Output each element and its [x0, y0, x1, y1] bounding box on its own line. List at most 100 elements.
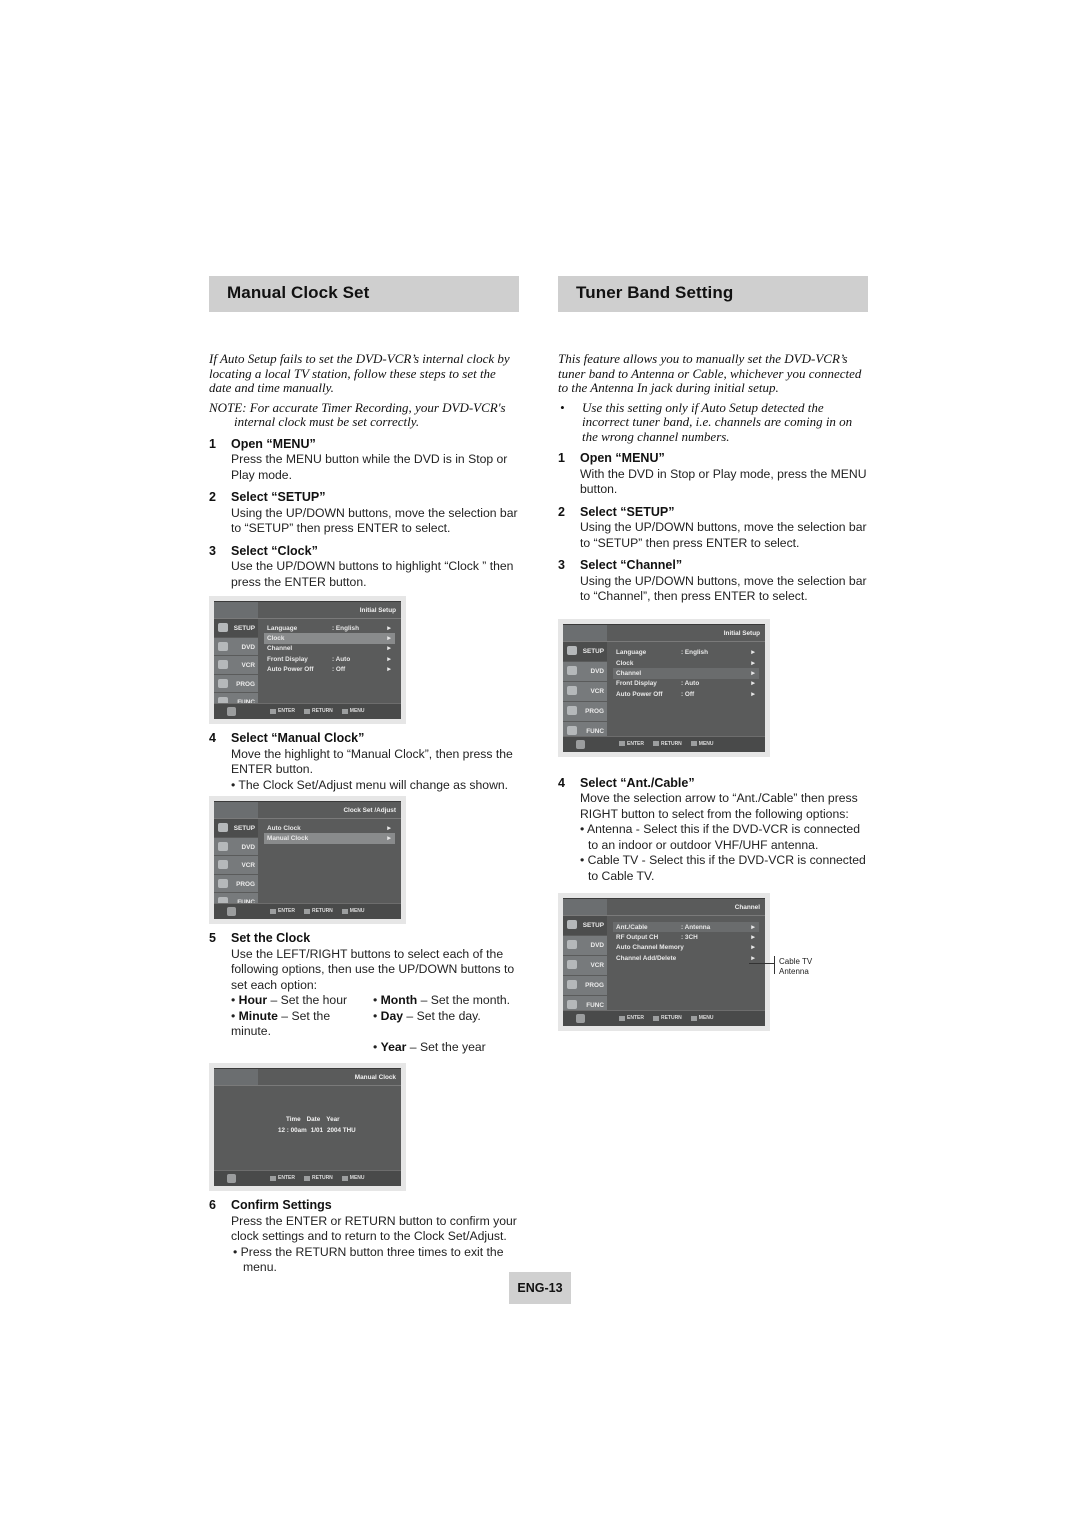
osd-key-enter: ENTER — [619, 1015, 644, 1021]
osd-tab-setup: SETUP — [214, 619, 258, 638]
value-time: 12 : 00am — [278, 1127, 307, 1134]
osd-tab-dvd: DVD — [214, 837, 258, 856]
arrow-right-icon: ► — [750, 954, 757, 962]
osd-tab-list: SETUP DVD VCR PROG FUNC — [214, 819, 258, 912]
step-2: 2 Select “SETUP” Using the UP/DOWN button… — [558, 505, 868, 552]
osd-tab-vcr: VCR — [563, 681, 607, 702]
vcr-icon — [218, 860, 228, 869]
enter-icon — [619, 741, 625, 746]
step-heading: Select “SETUP” — [580, 504, 675, 519]
arrow-right-icon: ► — [386, 624, 393, 632]
osd-key-return: RETURN — [303, 908, 333, 914]
step-3: 3 Select “Clock” Use the UP/DOWN buttons … — [209, 544, 519, 591]
step-number: 5 — [209, 931, 216, 945]
clock-options-list: • Hour – Set the hour • Month – Set the … — [231, 993, 519, 1055]
step-number: 6 — [209, 1198, 216, 1212]
arrow-right-icon: ► — [750, 659, 757, 667]
osd-menu-items: Language: English ► Clock ► Channel ► Front… — [613, 648, 759, 700]
osd-title: Clock Set /Adjust — [343, 807, 396, 814]
gear-icon — [567, 645, 577, 655]
step-text: With the DVD in Stop or Play mode, press… — [580, 466, 867, 497]
step-text: Move the selection arrow to “Ant./Cable”… — [580, 791, 858, 821]
step-4: 4 Select “Ant./Cable” Move the selection … — [558, 776, 868, 885]
step-5: 5 Set the Clock Use the LEFT/RIGHT button… — [209, 931, 519, 1055]
vcr-icon — [567, 960, 577, 969]
callout-leader-line — [749, 963, 774, 964]
osd-tab-prog: PROG — [214, 874, 258, 893]
osd-tab-prog: PROG — [563, 976, 607, 996]
osd-clock-set-adjust: Clock Set /Adjust SETUP DVD VCR PROG FUN… — [209, 796, 406, 924]
osd-footer: ENTER RETURN MENU — [214, 1170, 401, 1186]
osd-tab-dvd: DVD — [563, 661, 607, 682]
step-heading: Open “MENU” — [580, 451, 665, 465]
step-2: 2 Select “SETUP” Using the UP/DOWN button… — [209, 490, 519, 537]
header-year: Year — [326, 1116, 340, 1123]
intro-paragraph: If Auto Setup fails to set the DVD-VCR’s… — [209, 351, 510, 395]
navigation-pad-icon — [227, 1174, 236, 1183]
section-title: Tuner Band Setting — [558, 276, 868, 312]
osd-item-channel: Channel ► — [267, 645, 393, 653]
osd-tab-list: SETUP DVD VCR PROG FUNC — [214, 619, 258, 712]
osd-tab-dvd: DVD — [563, 936, 607, 956]
intro-text: This feature allows you to manually set … — [558, 351, 868, 444]
osd-item-front-display: Front Display: Auto ► — [267, 655, 393, 663]
step-heading: Select “Manual Clock” — [231, 731, 365, 745]
page-number: ENG-13 — [509, 1272, 571, 1304]
function-icon — [567, 1000, 577, 1009]
intro-bullet: • Use this setting only if Auto Setup det… — [560, 399, 853, 444]
osd-manual-clock: Manual Clock Time Date Year 12 : 00am 1/… — [209, 1063, 406, 1191]
osd-item-channel-add-delete: Channel Add/Delete ► — [616, 954, 757, 962]
step-text: Using the UP/DOWN buttons, move the sele… — [580, 573, 867, 604]
osd-menu-items: Auto Clock ► Manual Clock ► — [264, 823, 395, 844]
callout-antenna: Antenna — [779, 967, 809, 976]
osd-item-front-display: Front Display: Auto ► — [616, 680, 757, 688]
arrow-right-icon: ► — [750, 680, 757, 688]
osd-tab-dvd: DVD — [214, 637, 258, 656]
step-number: 4 — [209, 731, 216, 745]
osd-key-menu: MENU — [341, 908, 365, 914]
option-year: • Year – Set the year — [373, 1039, 486, 1054]
osd-item-auto-channel-memory: Auto Channel Memory ► — [616, 944, 757, 952]
step-number: 1 — [558, 451, 565, 465]
step-heading: Confirm Settings — [231, 1198, 332, 1212]
step-heading: Select “Channel” — [580, 558, 683, 572]
arrow-right-icon: ► — [750, 923, 757, 931]
clock-icon — [218, 678, 228, 688]
value-date: 1/01 — [310, 1127, 323, 1134]
osd-footer: ENTER RETURN MENU — [563, 1010, 765, 1026]
osd-key-return: RETURN — [652, 741, 682, 747]
return-icon — [652, 741, 659, 746]
intro-paragraph: This feature allows you to manually set … — [558, 351, 862, 395]
step-1: 1 Open “MENU” Press the MENU button while… — [209, 437, 519, 484]
osd-item-channel-highlighted: Channel ► — [613, 668, 759, 679]
osd-tab-vcr: VCR — [214, 856, 258, 875]
osd-item-rf-output: RF Output CH: 3CH ► — [616, 934, 757, 942]
disc-icon — [567, 665, 577, 675]
arrow-right-icon: ► — [386, 835, 393, 843]
step-subnote: • Press the RETURN button three times to… — [233, 1244, 504, 1275]
option-month: • Month – Set the month. — [373, 993, 511, 1007]
arrow-right-icon: ► — [386, 655, 393, 663]
arrow-right-icon: ► — [386, 666, 393, 674]
step-number: 3 — [209, 543, 216, 558]
navigation-pad-icon — [227, 707, 236, 716]
osd-title: Channel — [734, 904, 760, 911]
arrow-right-icon: ► — [386, 824, 393, 832]
osd-item-ant-cable-highlighted: Ant./Cable: Antenna ► — [613, 922, 759, 933]
note-line-1: NOTE: For accurate Timer Recording, your… — [209, 399, 506, 415]
step-number: 4 — [558, 775, 565, 790]
step-heading: Open “MENU” — [231, 436, 316, 451]
osd-key-menu: MENU — [690, 741, 714, 747]
osd-footer: ENTER RETURN MENU — [214, 703, 401, 719]
enter-icon — [270, 1175, 276, 1181]
osd-item-language: Language: English ► — [267, 624, 393, 632]
osd-key-enter: ENTER — [270, 908, 295, 914]
return-icon — [303, 1175, 310, 1181]
arrow-right-icon: ► — [750, 934, 757, 942]
osd-item-clock: Clock ► — [616, 659, 757, 667]
osd-item-auto-clock: Auto Clock ► — [267, 824, 393, 832]
step-text: Use the LEFT/RIGHT buttons to select eac… — [231, 946, 515, 992]
step-text: Use the UP/DOWN buttons to highlight “Cl… — [231, 559, 514, 589]
step-number: 1 — [209, 436, 216, 451]
osd-menu-items: Ant./Cable: Antenna ► RF Output CH: 3CH ► … — [613, 922, 759, 964]
